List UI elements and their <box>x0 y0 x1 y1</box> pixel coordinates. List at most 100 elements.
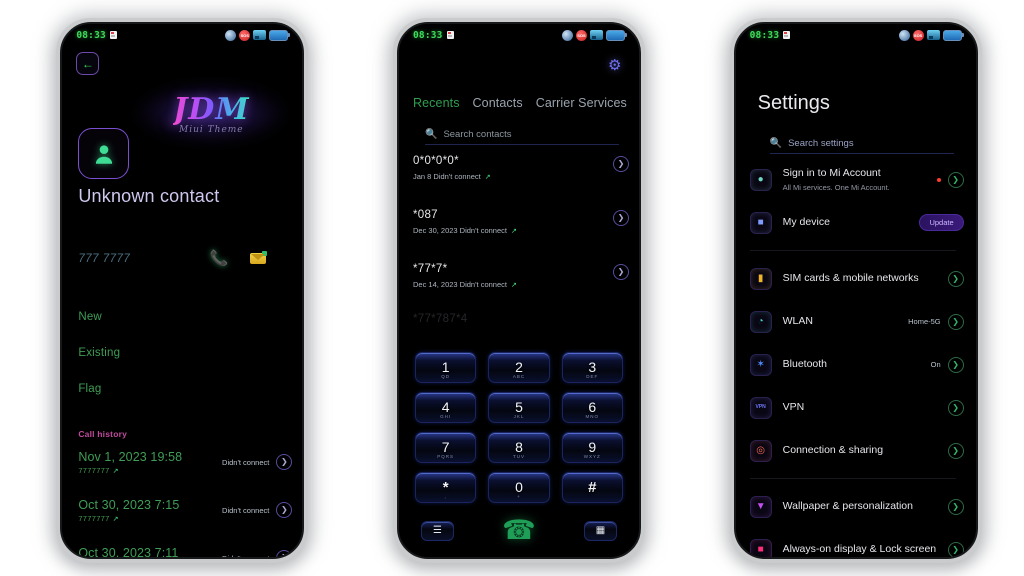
avatar[interactable] <box>78 128 130 179</box>
recent-call-row[interactable]: *77*7* Dec 14, 2023 Didn't connect ↗ ❯ <box>413 259 629 289</box>
settings-row-text: My device <box>783 216 909 229</box>
key-digit: # <box>588 478 597 496</box>
menu-item-existing[interactable]: Existing <box>78 347 278 359</box>
search-placeholder: Search settings <box>788 138 854 149</box>
dialpad-key-8[interactable]: 8 TUV <box>488 432 550 463</box>
chevron-right-icon[interactable]: ❯ <box>947 442 964 459</box>
recent-call-row[interactable]: 0*0*0*0* Jan 8 Didn't connect ↗ ❯ <box>413 151 629 181</box>
chevron-right-icon[interactable]: ❯ <box>612 156 629 172</box>
settings-row[interactable]: ◎ Connection & sharing ❯ <box>749 429 964 472</box>
settings-row-right: ❯ <box>947 399 964 416</box>
key-letters: DEF <box>586 374 599 379</box>
dialpad-key-7[interactable]: 7 PQRS <box>414 432 477 463</box>
search-icon: 🔍 <box>769 138 783 149</box>
phone-bezel: 08:33 Settings 🔍 Search settings ● Sign i… <box>733 22 978 559</box>
call-date: Oct 30, 2023 7:11 <box>78 546 179 557</box>
chevron-right-icon[interactable]: ❯ <box>947 498 964 515</box>
call-number: 7777777 ↗ <box>78 514 179 523</box>
outgoing-call-icon: ↗ <box>510 281 517 289</box>
settings-row-text: Sign in to Mi Account All Mi services. On… <box>783 167 926 191</box>
settings-row-text: Always-on display & Lock screen <box>783 543 937 556</box>
settings-row-right: ❯ <box>947 541 964 557</box>
settings-row[interactable]: VPN VPN ❯ <box>749 386 964 429</box>
chevron-right-icon[interactable]: ❯ <box>947 313 964 330</box>
settings-row[interactable]: ■ My device Update <box>749 201 964 244</box>
dialpad-key-star[interactable]: * , <box>414 472 477 503</box>
settings-row[interactable]: ◔ WLAN Home-5G ❯ <box>749 300 964 343</box>
call-history-row[interactable]: Nov 1, 2023 19:58 7777777 ↗ Didn't conne… <box>78 450 293 475</box>
settings-row[interactable]: ■ Always-on display & Lock screen ❯ <box>749 528 964 557</box>
call-history-row[interactable]: Oct 30, 2023 7:15 7777777 ↗ Didn't conne… <box>78 498 293 523</box>
status-bar-left: 08:33 <box>76 30 117 41</box>
settings-divider <box>749 250 956 251</box>
dialpad-key-hash[interactable]: # <box>561 472 623 503</box>
status-clock: 08:33 <box>749 29 780 41</box>
menu-item-new[interactable]: New <box>78 311 278 323</box>
phone-handset-icon[interactable]: ☎ <box>502 517 536 544</box>
settings-row-right: Home-5G ❯ <box>908 313 964 330</box>
note-icon <box>109 31 117 39</box>
back-arrow-icon[interactable]: ← <box>76 52 100 75</box>
dialpad-key-4[interactable]: 4 GHI <box>414 392 477 423</box>
recent-detail-text: Dec 14, 2023 Didn't connect <box>412 280 507 289</box>
key-digit: 2 <box>515 359 523 375</box>
dialpad-icon[interactable]: ▦ <box>583 520 617 541</box>
chevron-right-icon[interactable]: ❯ <box>947 270 964 287</box>
key-letters: GHI <box>440 414 452 419</box>
dialpad-key-5[interactable]: 5 JKL <box>488 392 550 423</box>
settings-row[interactable]: ▼ Wallpaper & personalization ❯ <box>749 485 964 528</box>
search-contacts-input[interactable]: 🔍 Search contacts <box>424 124 619 145</box>
dialpad-key-6[interactable]: 6 MNO <box>561 392 623 423</box>
chevron-right-icon[interactable]: ❯ <box>276 502 293 518</box>
update-badge[interactable]: Update <box>919 214 964 231</box>
vpn-icon: VPN <box>749 396 772 419</box>
chevron-right-icon[interactable]: ❯ <box>947 356 964 373</box>
envelope-icon[interactable] <box>250 251 268 264</box>
recent-detail: Dec 14, 2023 Didn't connect ↗ <box>413 280 517 289</box>
tab-contacts[interactable]: Contacts <box>473 96 523 110</box>
settings-row[interactable]: ▮ SIM cards & mobile networks ❯ <box>749 257 964 300</box>
battery-icon <box>269 29 291 41</box>
dialpad-bottom-bar: ☰ ☎ ▦ <box>415 503 623 544</box>
dialpad-key-9[interactable]: 9 WXYZ <box>561 432 623 463</box>
tab-recents[interactable]: Recents <box>413 96 460 110</box>
dialpad-key-3[interactable]: 3 DEF <box>561 352 623 383</box>
tab-carrier-services[interactable]: Carrier Services <box>536 96 627 110</box>
theme-logo-subtitle: Miui Theme <box>179 124 244 135</box>
dialpad-key-0[interactable]: 0 + <box>488 472 550 503</box>
menu-item-flag[interactable]: Flag <box>78 383 278 395</box>
settings-row-right: ❯ <box>936 171 964 188</box>
outgoing-call-icon: ↗ <box>510 227 517 235</box>
moon-icon <box>225 29 237 41</box>
settings-row[interactable]: ● Sign in to Mi Account All Mi services. O… <box>749 158 964 201</box>
settings-row[interactable]: ✶ Bluetooth On ❯ <box>749 343 964 386</box>
recent-call-row[interactable]: *087 Dec 30, 2023 Didn't connect ↗ ❯ <box>413 205 629 235</box>
recent-call-row-partial[interactable]: *77*787*4 <box>413 313 629 325</box>
search-settings-input[interactable]: 🔍 Search settings <box>769 134 954 154</box>
dialpad-key-2[interactable]: 2 ABC <box>488 352 550 383</box>
chevron-right-icon[interactable]: ❯ <box>612 264 629 280</box>
contact-name: Unknown contact <box>78 186 220 206</box>
gear-icon[interactable]: ⚙ <box>608 58 623 73</box>
chevron-right-icon[interactable]: ❯ <box>947 541 964 557</box>
chevron-right-icon[interactable]: ❯ <box>947 399 964 416</box>
chevron-right-icon[interactable]: ❯ <box>276 454 293 470</box>
recent-detail: Dec 30, 2023 Didn't connect ↗ <box>413 226 517 235</box>
phone-device-dialer: 08:33 ⚙ Recents Contacts Carrier Service… <box>392 18 645 563</box>
dialpad-key-1[interactable]: 1 QD <box>414 352 477 383</box>
contact-body: ← JDM Miui Theme Unknown contact 777 777… <box>62 46 302 557</box>
person-icon <box>95 144 112 164</box>
call-date: Nov 1, 2023 19:58 <box>78 450 183 464</box>
bluetooth-icon: ✶ <box>749 353 772 376</box>
phone-icon[interactable]: 📞 <box>210 251 229 266</box>
key-digit: * <box>442 478 449 496</box>
call-date: Oct 30, 2023 7:15 <box>78 498 180 512</box>
chevron-right-icon[interactable]: ❯ <box>276 550 293 557</box>
contact-number[interactable]: 777 7777 <box>78 253 130 265</box>
hamburger-icon[interactable]: ☰ <box>420 520 454 541</box>
call-history-row[interactable]: Oct 30, 2023 7:11 Didn't connect ❯ <box>78 546 293 557</box>
settings-row-label: Always-on display & Lock screen <box>782 542 937 555</box>
chevron-right-icon[interactable]: ❯ <box>612 210 629 226</box>
contact-phone-row: 777 7777 📞 <box>78 251 286 266</box>
chevron-right-icon[interactable]: ❯ <box>947 171 964 188</box>
